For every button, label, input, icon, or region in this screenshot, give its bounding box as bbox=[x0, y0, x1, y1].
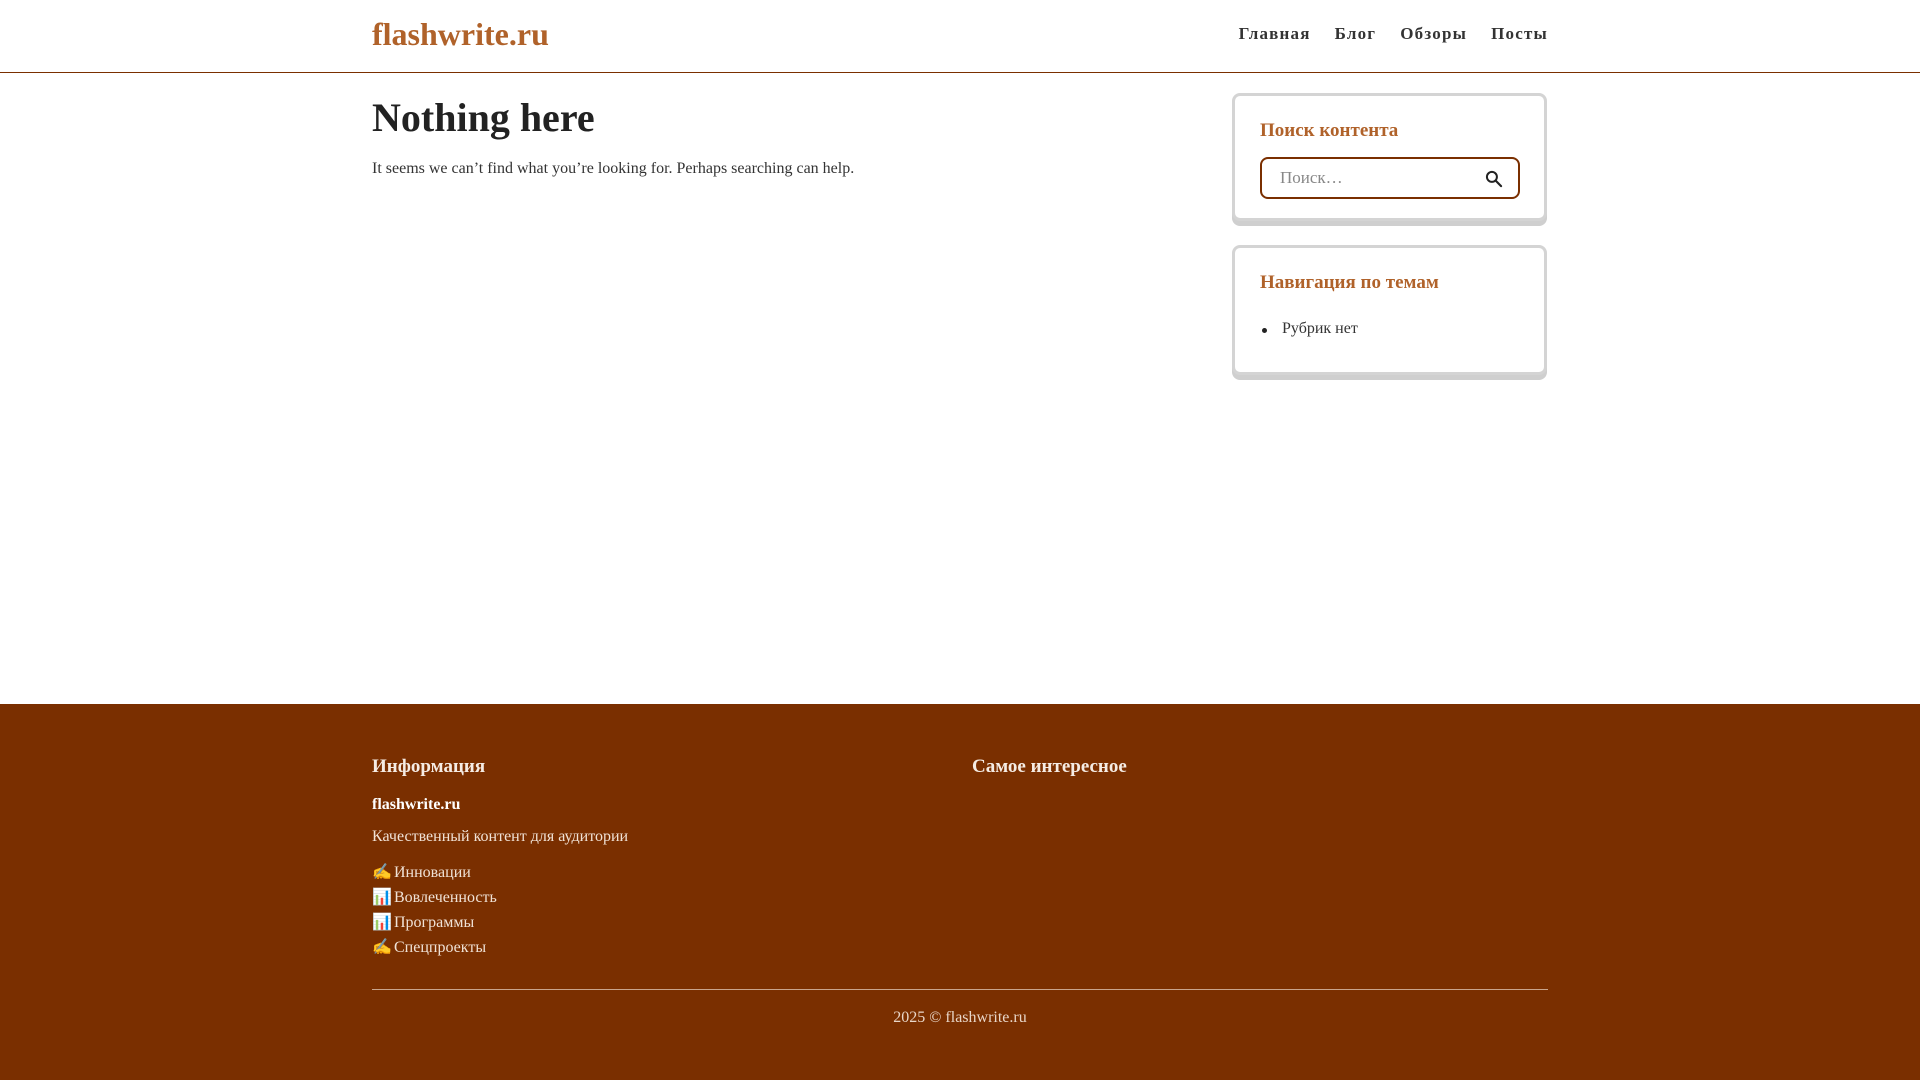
nav-item-reviews[interactable]: Обзоры bbox=[1400, 24, 1467, 44]
site-footer: Информация flashwrite.ru Качественный ко… bbox=[0, 704, 1920, 1080]
footer-links: ✍️ Инновации 📊 Вовлеченность 📊 Программы ✍️… bbox=[372, 860, 932, 960]
site-logo[interactable]: flashwrite.ru bbox=[372, 16, 549, 53]
footer-info-column: Информация flashwrite.ru Качественный ко… bbox=[372, 756, 932, 960]
footer-featured-column: Самое интересное bbox=[972, 756, 1127, 778]
search-input[interactable] bbox=[1280, 167, 1470, 189]
writing-hand-icon: ✍️ bbox=[372, 939, 392, 956]
footer-site-name: flashwrite.ru bbox=[372, 796, 461, 813]
search-widget: Поиск контента bbox=[1232, 93, 1547, 221]
footer-info-heading: Информация bbox=[372, 756, 486, 777]
site-header: flashwrite.ru Главная Блог Обзоры Посты bbox=[0, 0, 1920, 73]
search-widget-title: Поиск контента bbox=[1260, 120, 1399, 141]
nav-item-home[interactable]: Главная bbox=[1239, 24, 1311, 44]
bar-chart-icon: 📊 bbox=[372, 889, 392, 906]
footer-featured-heading: Самое интересное bbox=[972, 756, 1127, 777]
footer-link-engagement[interactable]: 📊 Вовлеченность bbox=[372, 885, 932, 910]
copyright: 2025 © flashwrite.ru bbox=[893, 1009, 1027, 1026]
footer-link-innovations[interactable]: ✍️ Инновации bbox=[372, 860, 932, 885]
page-title: Nothing here bbox=[372, 95, 595, 140]
footer-link-label: Инновации bbox=[394, 864, 471, 881]
nav-item-posts[interactable]: Посты bbox=[1491, 24, 1548, 44]
search-form bbox=[1260, 157, 1520, 199]
list-item: Рубрик нет bbox=[1260, 320, 1358, 338]
main-nav: Главная Блог Обзоры Посты bbox=[1239, 24, 1548, 44]
footer-link-programs[interactable]: 📊 Программы bbox=[372, 910, 932, 935]
footer-link-label: Программы bbox=[394, 914, 475, 931]
footer-link-special-projects[interactable]: ✍️ Спецпроекты bbox=[372, 935, 932, 960]
footer-link-label: Спецпроекты bbox=[394, 939, 487, 956]
not-found-message: It seems we can’t find what you’re looki… bbox=[372, 160, 855, 177]
bar-chart-icon: 📊 bbox=[372, 914, 392, 931]
nav-item-blog[interactable]: Блог bbox=[1335, 24, 1377, 44]
footer-link-label: Вовлеченность bbox=[394, 889, 497, 906]
search-button[interactable] bbox=[1484, 169, 1504, 189]
categories-widget: Навигация по темам Рубрик нет bbox=[1232, 245, 1547, 375]
search-icon bbox=[1485, 170, 1503, 188]
categories-widget-title: Навигация по темам bbox=[1260, 272, 1439, 293]
categories-list: Рубрик нет bbox=[1260, 320, 1358, 338]
writing-hand-icon: ✍️ bbox=[372, 864, 392, 881]
footer-site-description: Качественный контент для аудитории bbox=[372, 828, 629, 845]
footer-divider bbox=[372, 989, 1548, 990]
